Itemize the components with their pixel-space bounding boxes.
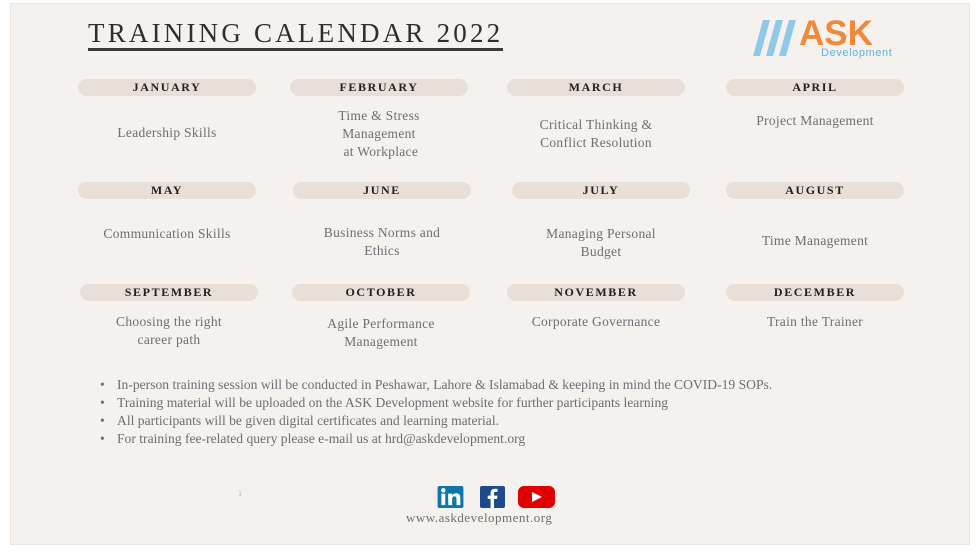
bullet-icon: • [100, 377, 105, 392]
training-topic: Time & Stress Management at Workplace [269, 107, 489, 161]
training-topic: Critical Thinking & Conflict Resolution [486, 116, 706, 152]
month-label: SEPTEMBER [80, 284, 258, 301]
topic-line: Management [344, 334, 418, 349]
month-february: FEBRUARY Time & Stress Management at Workp… [290, 79, 468, 159]
topic-line: Management [342, 126, 416, 141]
month-july: JULY Managing Personal Budget [512, 182, 690, 259]
logo-secondary-text: Development [821, 47, 893, 59]
slashes-logo-icon [753, 20, 796, 56]
topic-line: Budget [580, 244, 622, 259]
training-topic: Managing Personal Budget [491, 225, 711, 261]
month-label: JANUARY [78, 79, 256, 96]
month-label: OCTOBER [292, 284, 470, 301]
topic-line: career path [137, 332, 201, 347]
topic-line: Leadership Skills [117, 125, 217, 140]
topic-line: Conflict Resolution [540, 135, 652, 150]
month-label: DECEMBER [726, 284, 904, 301]
training-topic: Train the Trainer [705, 313, 925, 331]
topic-line: Time & Stress [338, 108, 420, 123]
training-topic: Communication Skills [57, 225, 277, 243]
month-september: SEPTEMBER Choosing the right career path [80, 284, 258, 347]
topic-line: Project Management [756, 113, 874, 128]
note-item: • In-person training session will be cond… [100, 376, 920, 394]
topic-line: Business Norms and [323, 225, 441, 240]
training-topic: Corporate Governance [486, 313, 706, 331]
topic-line: Corporate Governance [531, 314, 661, 329]
training-topic: Time Management [705, 232, 925, 250]
training-topic: Agile Performance Management [271, 315, 491, 351]
month-january: JANUARY Leadership Skills [78, 79, 256, 140]
month-april: APRIL Project Management [726, 79, 904, 128]
training-topic: Leadership Skills [57, 124, 277, 142]
topic-line: Agile Performance [327, 316, 435, 331]
topic-line: Ethics [364, 243, 400, 258]
topic-line: Critical Thinking & [539, 117, 653, 132]
linkedin-icon[interactable] [437, 486, 464, 508]
training-topic: Project Management [705, 112, 925, 130]
note-item: • All participants will be given digital … [100, 412, 920, 430]
topic-line: Choosing the right [116, 314, 222, 329]
youtube-icon[interactable] [518, 486, 555, 508]
website-link[interactable]: www.askdevelopment.org [406, 510, 552, 526]
note-text: All participants will be given digital c… [117, 413, 499, 428]
month-december: DECEMBER Train the Trainer [726, 284, 904, 329]
month-label: MAY [78, 182, 256, 199]
page-title: TRAINING CALENDAR 2022 [88, 18, 504, 51]
month-label: APRIL [726, 79, 904, 96]
bullet-icon: • [100, 413, 105, 428]
month-august: AUGUST Time Management [726, 182, 904, 248]
ask-development-logo: ASK Development [753, 14, 903, 60]
note-item: • Training material will be uploaded on t… [100, 394, 920, 412]
note-text: Training material will be uploaded on th… [117, 395, 669, 410]
note-item: • For training fee-related query please e… [100, 430, 920, 448]
month-label: NOVEMBER [507, 284, 685, 301]
month-label: MARCH [507, 79, 685, 96]
facebook-icon[interactable] [480, 486, 505, 508]
topic-line: Communication Skills [103, 226, 231, 241]
topic-line: Train the Trainer [766, 314, 864, 329]
month-november: NOVEMBER Corporate Governance [507, 284, 685, 329]
training-topic: Choosing the right career path [59, 313, 279, 349]
month-label: AUGUST [726, 182, 904, 199]
topic-line: Time Management [761, 233, 869, 248]
month-october: OCTOBER Agile Performance Management [292, 284, 470, 349]
note-text: For training fee-related query please e-… [117, 431, 526, 446]
topic-line: at Workplace [339, 144, 419, 159]
bullet-icon: • [100, 431, 105, 446]
month-label: JUNE [293, 182, 471, 199]
training-topic: Business Norms and Ethics [272, 224, 492, 260]
month-label: FEBRUARY [290, 79, 468, 96]
month-may: MAY Communication Skills [78, 182, 256, 241]
notes-list: • In-person training session will be cond… [100, 376, 920, 448]
month-label: JULY [512, 182, 690, 199]
topic-line: Managing Personal [546, 226, 656, 241]
note-text: In-person training session will be condu… [117, 377, 773, 392]
bullet-icon: • [100, 395, 105, 410]
page-number: 1 [238, 489, 242, 498]
month-june: JUNE Business Norms and Ethics [293, 182, 471, 258]
month-march: MARCH Critical Thinking & Conflict Resolut… [507, 79, 685, 150]
